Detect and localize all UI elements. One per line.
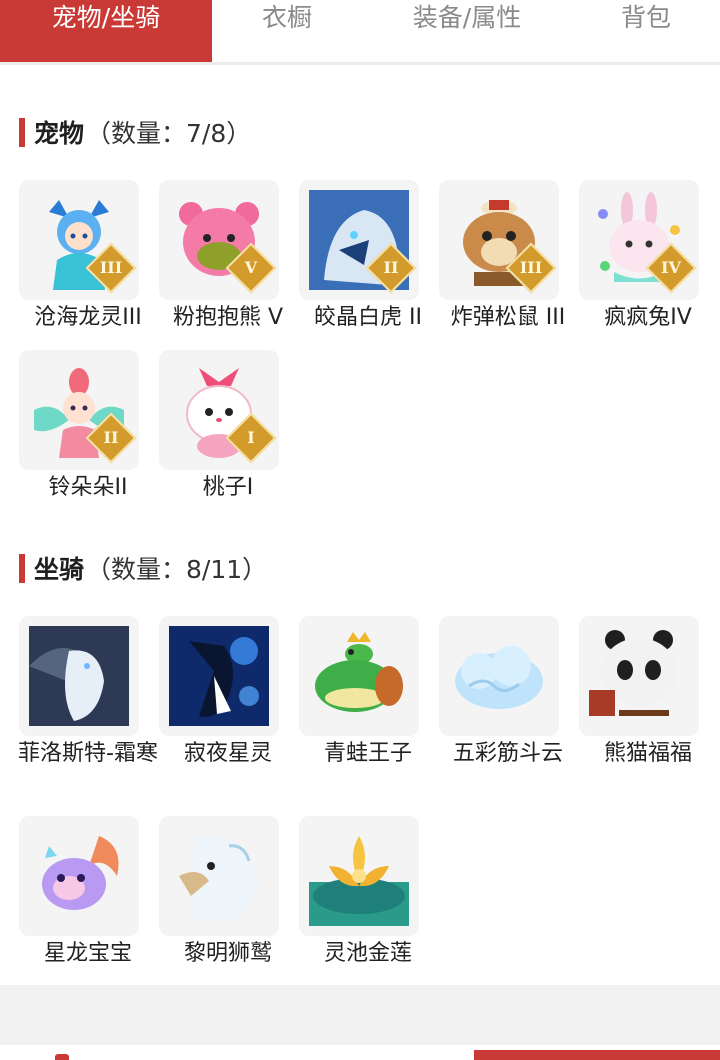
section-accent-bar (19, 117, 25, 147)
tab-bar: 宠物/坐骑 衣橱 装备/属性 背包 (0, 0, 720, 62)
mount-name: 寂夜星灵 (183, 741, 272, 766)
mount-golden-lotus-icon (299, 816, 419, 936)
pet-flower-fairy-icon: II (19, 350, 139, 470)
mount-frog-prince-icon (299, 616, 419, 736)
pet-name: 沧海龙灵III (34, 305, 142, 330)
mount-name: 五彩筋斗云 (452, 741, 563, 766)
mount-cloud-icon (439, 616, 559, 736)
bottom-spacer (0, 985, 720, 1045)
pet-pink-bear-icon: V (159, 180, 279, 300)
mount-name: 灵池金莲 (323, 941, 412, 966)
mounts-section-title: 坐骑 (34, 555, 85, 584)
tab-pets-mounts[interactable]: 宠物/坐骑 (0, 0, 212, 62)
pet-bomb-squirrel-icon: III (439, 180, 559, 300)
tab-backpack[interactable]: 背包 (572, 0, 720, 62)
mount-night-star-fox-icon (159, 616, 279, 736)
mount-panda-icon (579, 616, 699, 736)
tab-divider (0, 62, 720, 65)
pet-name: 粉抱抱熊 V (172, 305, 284, 330)
mount-dawn-griffin-icon (159, 816, 279, 936)
pet-item[interactable]: III 沧海龙灵III (18, 180, 158, 333)
mount-name: 青蛙王子 (323, 741, 412, 766)
tab-wardrobe[interactable]: 衣橱 (212, 0, 362, 62)
pet-item[interactable]: IV 疯疯兔IV (578, 180, 718, 333)
pet-name: 铃朵朵II (48, 475, 128, 500)
mount-item[interactable]: 星龙宝宝 (18, 816, 158, 969)
mount-name: 星龙宝宝 (43, 941, 132, 966)
pet-name: 疯疯兔IV (604, 305, 692, 330)
pet-item[interactable]: I 桃子I (158, 350, 298, 503)
mount-item[interactable]: 灵池金莲 (298, 816, 438, 969)
pet-name: 炸弹松鼠 III (450, 305, 566, 330)
pet-white-tiger-icon: II (299, 180, 419, 300)
mount-name: 菲洛斯特-霜寒 (18, 741, 158, 766)
pet-item[interactable]: II 铃朵朵II (18, 350, 158, 503)
bottom-indicator-icon (55, 1054, 69, 1060)
pets-count: （数量：7/8） (86, 119, 252, 148)
bottom-action-button[interactable] (474, 1050, 720, 1060)
mount-star-dragon-baby-icon (19, 816, 139, 936)
mount-item[interactable]: 熊猫福福 (578, 616, 718, 769)
pets-section-title: 宠物 (34, 119, 85, 148)
pet-item[interactable]: V 粉抱抱熊 V (158, 180, 298, 333)
mounts-section-header: 坐骑 （数量：8/11） (19, 553, 268, 584)
mount-name: 熊猫福福 (603, 741, 692, 766)
pet-crazy-rabbit-icon: IV (579, 180, 699, 300)
mount-frost-dragon-icon (19, 616, 139, 736)
mount-item[interactable]: 青蛙王子 (298, 616, 438, 769)
pet-item[interactable]: III 炸弹松鼠 III (438, 180, 578, 333)
mount-item[interactable]: 寂夜星灵 (158, 616, 298, 769)
pet-name: 皎晶白虎 II (314, 305, 422, 330)
tab-equipment-attributes[interactable]: 装备/属性 (362, 0, 572, 62)
mounts-count: （数量：8/11） (86, 555, 268, 584)
pets-section-header: 宠物 （数量：7/8） (19, 117, 252, 148)
mount-item[interactable]: 菲洛斯特-霜寒 (18, 616, 158, 769)
mount-item[interactable]: 黎明狮鹫 (158, 816, 298, 969)
pet-blue-dragon-girl-icon: III (19, 180, 139, 300)
pet-peach-cat-icon: I (159, 350, 279, 470)
pet-item[interactable]: II 皎晶白虎 II (298, 180, 438, 333)
section-accent-bar (19, 553, 25, 583)
mount-name: 黎明狮鹫 (183, 941, 272, 966)
mount-item[interactable]: 五彩筋斗云 (438, 616, 578, 769)
pet-name: 桃子I (202, 475, 254, 500)
